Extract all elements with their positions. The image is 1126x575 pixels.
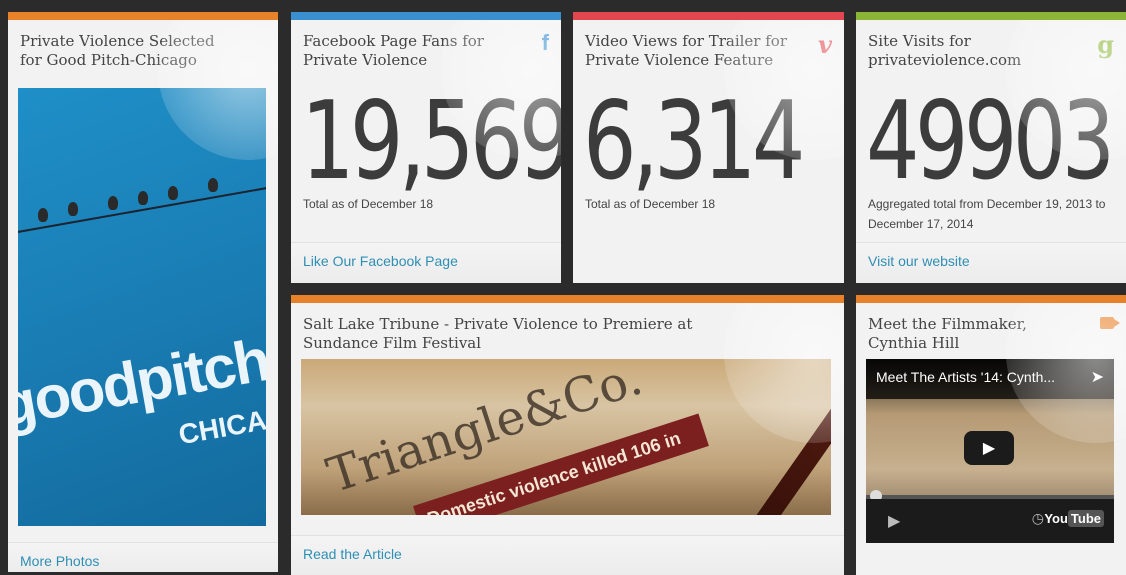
bird <box>138 191 148 205</box>
card-title: Meet the Filmmaker, Cynthia Hill <box>868 315 1027 352</box>
more-photos-link[interactable]: More Photos <box>20 553 99 569</box>
visits-count: 49903 <box>866 79 1115 204</box>
card-subtext: Total as of December 18 <box>303 197 434 211</box>
video-title[interactable]: Meet The Artists '14: Cynth... <box>876 369 1074 385</box>
facebook-card: Facebook Page Fans for Private Violence … <box>291 12 561 283</box>
card-subtext: Aggregated total from December 19, 2013 … <box>868 197 1106 231</box>
read-article-link[interactable]: Read the Article <box>303 546 402 562</box>
card-title: Salt Lake Tribune - Private Violence to … <box>303 315 693 352</box>
watch-later-icon[interactable]: ◷ <box>1032 511 1044 527</box>
card-title: Video Views for Trailer for Private Viol… <box>585 32 787 69</box>
card-title: Facebook Page Fans for Private Violence <box>303 32 484 69</box>
article-card: Salt Lake Tribune - Private Violence to … <box>291 295 844 575</box>
card-title: Site Visits for privateviolence.com <box>868 32 1022 69</box>
card-footer: Read the Article <box>291 535 844 575</box>
card-footer: Visit our website <box>856 242 1126 283</box>
video-titlebar: Meet The Artists '14: Cynth... ➤ <box>866 359 1114 399</box>
card-footer: More Photos <box>8 542 278 572</box>
vimeo-icon: v <box>818 30 832 59</box>
filmmaker-card: Meet the Filmmaker, Cynthia Hill Meet Th… <box>856 295 1126 575</box>
views-count: 6,314 <box>583 79 805 204</box>
card-footer: Like Our Facebook Page <box>291 242 561 283</box>
bird <box>168 186 178 200</box>
play-icon[interactable]: ▶ <box>888 511 900 530</box>
site-visits-card: Site Visits for privateviolence.com g 49… <box>856 12 1126 283</box>
share-icon[interactable]: ➤ <box>1091 367 1104 386</box>
article-image[interactable]: Triangle&Co. Domestic violence killed 10… <box>301 359 831 515</box>
facebook-icon: f <box>541 30 549 55</box>
video-camera-icon <box>1100 317 1120 329</box>
card-subtext: Total as of December 18 <box>585 197 716 211</box>
card-title: Private Violence Selected for Good Pitch… <box>20 32 215 69</box>
google-analytics-icon: g <box>1097 30 1114 59</box>
visit-website-link[interactable]: Visit our website <box>868 253 970 269</box>
like-facebook-link[interactable]: Like Our Facebook Page <box>303 253 458 269</box>
play-button[interactable]: ▶ <box>964 431 1014 465</box>
good-pitch-photo[interactable]: goodpitch CHICAGO <box>18 88 266 526</box>
bird <box>108 196 118 210</box>
youtube-logo[interactable]: You Tube <box>1044 510 1104 527</box>
youtube-video-player[interactable]: Meet The Artists '14: Cynth... ➤ ▶ ▶ ◷ Y… <box>866 359 1114 543</box>
good-pitch-card: Private Violence Selected for Good Pitch… <box>8 12 278 572</box>
vimeo-card: Video Views for Trailer for Private Viol… <box>573 12 844 283</box>
scissors <box>718 359 831 515</box>
bird <box>68 202 78 216</box>
video-controls: ▶ ◷ You Tube <box>866 499 1114 543</box>
bird <box>38 208 48 222</box>
fans-count: 19,569 <box>301 79 561 204</box>
bird <box>208 178 218 192</box>
